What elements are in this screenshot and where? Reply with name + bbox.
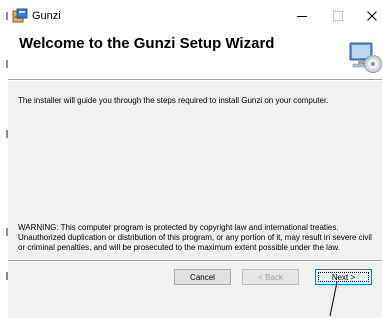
- intro-text: The installer will guide you through the…: [18, 96, 329, 105]
- mouse-cursor-icon: [329, 281, 338, 317]
- page-title: Welcome to the Gunzi Setup Wizard: [19, 35, 275, 52]
- wizard-header: Welcome to the Gunzi Setup Wizard: [8, 32, 382, 79]
- back-button-label: < Back: [258, 272, 283, 282]
- close-icon: [367, 11, 377, 21]
- next-button[interactable]: Next >: [315, 269, 372, 285]
- title-bar[interactable]: Gunzi: [8, 0, 382, 32]
- minimize-icon: [297, 16, 307, 17]
- close-button[interactable]: [360, 6, 382, 26]
- window-title: Gunzi: [32, 10, 61, 22]
- background-window-edge: [0, 0, 8, 318]
- cancel-button-label: Cancel: [190, 272, 215, 282]
- computer-disc-icon: [348, 40, 382, 74]
- maximize-icon: [333, 11, 343, 21]
- installer-package-icon: [12, 8, 28, 24]
- minimize-button[interactable]: [290, 6, 314, 26]
- copyright-warning: WARNING: This computer program is protec…: [18, 223, 372, 252]
- maximize-button: [326, 6, 350, 26]
- footer-divider-highlight: [8, 261, 382, 262]
- back-button: < Back: [242, 269, 299, 285]
- cancel-button[interactable]: Cancel: [174, 269, 231, 285]
- header-divider-highlight: [8, 80, 382, 81]
- setup-wizard-window: Gunzi Welcome to the Gunzi Setup Wizard: [8, 0, 382, 318]
